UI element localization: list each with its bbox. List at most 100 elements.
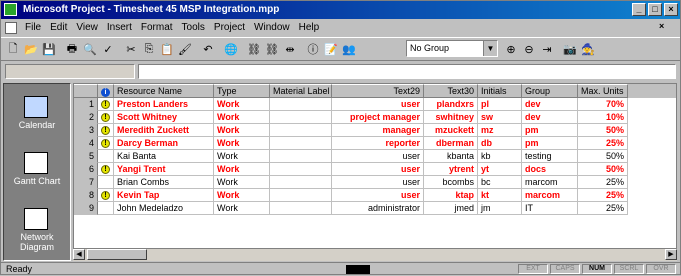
table-row[interactable]: 5 Kai Banta Work user kbanta kb testing 50% [74, 150, 676, 163]
menu-edit[interactable]: Edit [50, 22, 67, 33]
group-cell[interactable]: pm [522, 137, 578, 150]
group-cell[interactable]: docs [522, 163, 578, 176]
task-information-icon[interactable]: ⓘ [305, 41, 321, 57]
minimize-button[interactable]: _ [632, 3, 646, 16]
select-all-header[interactable] [74, 84, 98, 98]
menu-insert[interactable]: Insert [107, 22, 132, 33]
material-label-cell[interactable] [270, 189, 332, 202]
material-label-cell[interactable] [270, 137, 332, 150]
spelling-icon[interactable]: ✓ [100, 41, 116, 57]
group-cell[interactable]: IT [522, 202, 578, 215]
row-number[interactable]: 4 [74, 137, 98, 150]
max-units-cell[interactable]: 10% [578, 111, 628, 124]
material-label-cell[interactable] [270, 176, 332, 189]
text29-cell[interactable]: project manager [332, 111, 424, 124]
split-task-icon[interactable]: ⇹ [282, 41, 298, 57]
table-row[interactable]: 8! Kevin Tap Work user ktap kt marcom 25% [74, 189, 676, 202]
row-number[interactable]: 6 [74, 163, 98, 176]
insert-hyperlink-icon[interactable]: 🌐 [223, 41, 239, 57]
material-label-cell[interactable] [270, 98, 332, 111]
max-units-cell[interactable]: 50% [578, 150, 628, 163]
text30-cell[interactable]: plandxrs [424, 98, 478, 111]
menu-format[interactable]: Format [141, 22, 173, 33]
text29-cell[interactable]: user [332, 176, 424, 189]
resource-name-cell[interactable]: Darcy Berman [114, 137, 214, 150]
material-label-cell[interactable] [270, 163, 332, 176]
type-cell[interactable]: Work [214, 176, 270, 189]
print-preview-icon[interactable]: 🔍 [82, 41, 98, 57]
group-cell[interactable]: dev [522, 111, 578, 124]
text30-cell[interactable]: kbanta [424, 150, 478, 163]
resource-name-cell[interactable]: John Medeladzo [114, 202, 214, 215]
resource-name-cell[interactable]: Brian Combs [114, 176, 214, 189]
maximize-button[interactable]: □ [648, 3, 662, 16]
link-tasks-icon[interactable]: ⛓ [246, 41, 262, 57]
group-by-select[interactable]: No Group ▼ [406, 40, 498, 57]
row-number[interactable]: 5 [74, 150, 98, 163]
row-number[interactable]: 9 [74, 202, 98, 215]
table-row[interactable]: 1! Preston Landers Work user plandxrs pl dev 70… [74, 98, 676, 111]
text29-cell[interactable]: user [332, 189, 424, 202]
type-cell[interactable]: Work [214, 98, 270, 111]
row-indicator[interactable]: ! [98, 111, 114, 124]
resource-name-cell[interactable]: Yangi Trent [114, 163, 214, 176]
initials-cell[interactable]: yt [478, 163, 522, 176]
type-cell[interactable]: Work [214, 202, 270, 215]
paste-icon[interactable]: 📋 [159, 41, 175, 57]
column-header-material-label[interactable]: Material Label [270, 84, 332, 98]
row-indicator[interactable]: ! [98, 189, 114, 202]
initials-cell[interactable]: mz [478, 124, 522, 137]
menu-tools[interactable]: Tools [182, 22, 205, 33]
row-indicator[interactable] [98, 176, 114, 189]
print-icon[interactable]: 🖶 [64, 41, 80, 57]
row-number[interactable]: 1 [74, 98, 98, 111]
column-header-max-units[interactable]: Max. Units [578, 84, 628, 98]
column-header-group[interactable]: Group [522, 84, 578, 98]
text29-cell[interactable]: reporter [332, 137, 424, 150]
material-label-cell[interactable] [270, 202, 332, 215]
max-units-cell[interactable]: 70% [578, 98, 628, 111]
row-indicator[interactable]: ! [98, 98, 114, 111]
scroll-right-icon[interactable]: ▶ [665, 249, 677, 260]
zoom-in-icon[interactable]: ⊕ [503, 41, 519, 57]
column-header-type[interactable]: Type [214, 84, 270, 98]
table-row[interactable]: 3! Meredith Zuckett Work manager mzuckett mz p… [74, 124, 676, 137]
go-to-selected-task-icon[interactable]: ⇥ [539, 41, 555, 57]
task-notes-icon[interactable]: 📝 [323, 41, 339, 57]
type-cell[interactable]: Work [214, 189, 270, 202]
group-cell[interactable]: marcom [522, 176, 578, 189]
initials-cell[interactable]: jm [478, 202, 522, 215]
menu-file[interactable]: File [25, 22, 41, 33]
resource-name-cell[interactable]: Scott Whitney [114, 111, 214, 124]
column-header-text29[interactable]: Text29 [332, 84, 424, 98]
type-cell[interactable]: Work [214, 163, 270, 176]
format-painter-icon[interactable]: 🖌 [177, 41, 193, 57]
save-icon[interactable]: 💾 [41, 41, 57, 57]
max-units-cell[interactable]: 25% [578, 202, 628, 215]
initials-cell[interactable]: sw [478, 111, 522, 124]
entry-field[interactable] [138, 64, 676, 79]
max-units-cell[interactable]: 25% [578, 189, 628, 202]
cut-icon[interactable]: ✂ [123, 41, 139, 57]
type-cell[interactable]: Work [214, 137, 270, 150]
group-cell[interactable]: testing [522, 150, 578, 163]
initials-cell[interactable]: pl [478, 98, 522, 111]
max-units-cell[interactable]: 50% [578, 124, 628, 137]
text29-cell[interactable]: manager [332, 124, 424, 137]
max-units-cell[interactable]: 25% [578, 176, 628, 189]
zoom-out-icon[interactable]: ⊖ [521, 41, 537, 57]
group-cell[interactable]: marcom [522, 189, 578, 202]
max-units-cell[interactable]: 25% [578, 137, 628, 150]
row-number[interactable]: 7 [74, 176, 98, 189]
type-cell[interactable]: Work [214, 111, 270, 124]
copy-icon[interactable]: ⎘ [141, 41, 157, 57]
type-cell[interactable]: Work [214, 150, 270, 163]
row-indicator[interactable]: ! [98, 137, 114, 150]
gantt-wizard-icon[interactable]: 🧙 [580, 41, 596, 57]
resource-name-cell[interactable]: Meredith Zuckett [114, 124, 214, 137]
material-label-cell[interactable] [270, 124, 332, 137]
column-header-text30[interactable]: Text30 [424, 84, 478, 98]
column-header-initials[interactable]: Initials [478, 84, 522, 98]
row-number[interactable]: 8 [74, 189, 98, 202]
open-icon[interactable]: 📂 [23, 41, 39, 57]
